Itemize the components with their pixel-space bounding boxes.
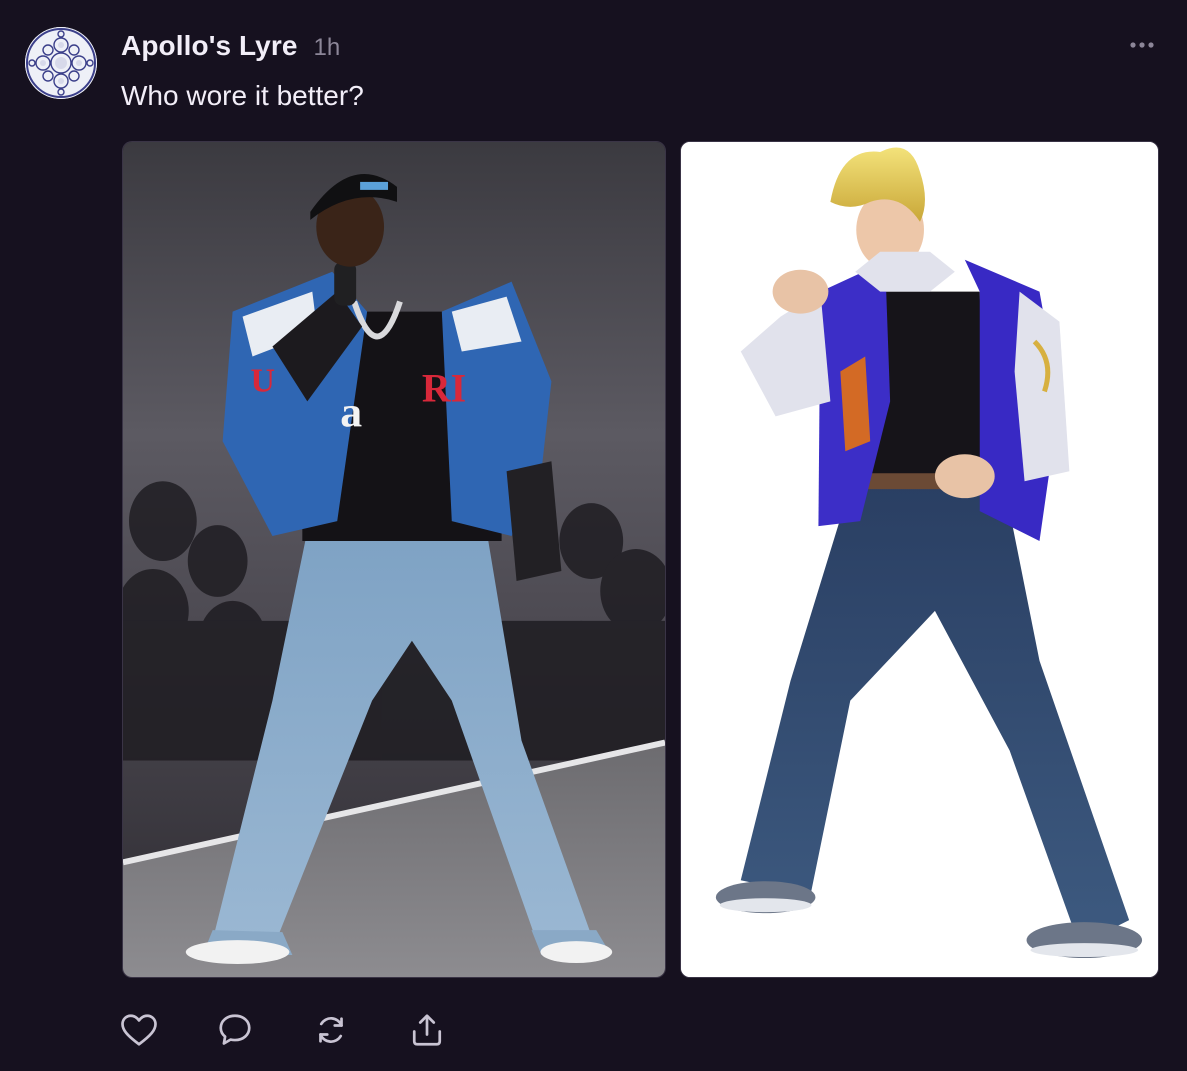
more-options-button[interactable] bbox=[1122, 30, 1162, 60]
share-button[interactable] bbox=[407, 1010, 447, 1050]
post-header: Apollo's Lyre 1h bbox=[121, 30, 340, 62]
image-game-character[interactable] bbox=[680, 141, 1159, 978]
post-text: Who wore it better? bbox=[121, 80, 364, 111]
media-gallery: RI U a bbox=[122, 141, 1159, 978]
post-actions bbox=[119, 1008, 503, 1052]
repost-button[interactable] bbox=[311, 1010, 351, 1050]
share-upload-icon bbox=[412, 1014, 442, 1046]
reply-button[interactable] bbox=[215, 1010, 255, 1050]
speech-bubble-icon bbox=[219, 1014, 251, 1045]
author-name[interactable]: Apollo's Lyre bbox=[121, 30, 298, 62]
like-button[interactable] bbox=[119, 1010, 159, 1050]
svg-text:U: U bbox=[251, 362, 275, 399]
svg-text:a: a bbox=[340, 388, 362, 436]
heart-icon bbox=[121, 1014, 157, 1046]
post: Apollo's Lyre 1h Who wore it better? RI … bbox=[0, 0, 1187, 1071]
svg-text:RI: RI bbox=[422, 365, 466, 410]
avatar[interactable] bbox=[25, 27, 97, 99]
post-timestamp[interactable]: 1h bbox=[314, 34, 341, 62]
repost-arrows-icon bbox=[319, 1017, 343, 1043]
ellipsis-icon bbox=[1130, 42, 1154, 48]
image-performer[interactable]: RI U a bbox=[122, 141, 666, 978]
